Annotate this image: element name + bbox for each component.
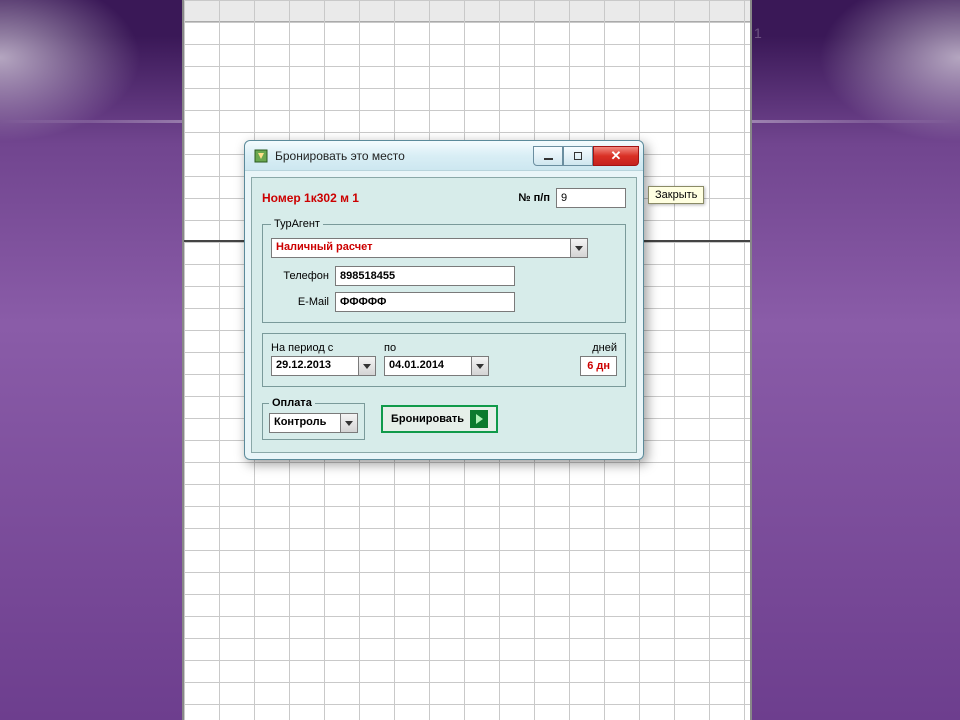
payment-group: Оплата Контроль [262, 397, 365, 440]
close-icon: ✕ [611, 148, 622, 164]
email-input[interactable] [335, 292, 515, 312]
minimize-button[interactable] [533, 146, 563, 166]
play-icon [470, 410, 488, 428]
email-row: E-Mail [271, 292, 617, 312]
book-button[interactable]: Бронировать [381, 405, 498, 433]
phone-input[interactable] [335, 266, 515, 286]
close-button[interactable]: ✕ [593, 146, 639, 166]
touragent-group: ТурАгент Наличный расчет Телефон E-Mail [262, 218, 626, 323]
payment-legend: Оплата [269, 397, 315, 409]
period-from-picker[interactable]: 29.12.2013 [271, 356, 376, 376]
period-days-col: дней 6 дн [580, 342, 617, 376]
period-days-label: дней [580, 342, 617, 354]
phone-row: Телефон [271, 266, 617, 286]
period-to-value: 04.01.2014 [384, 356, 472, 376]
period-to-picker[interactable]: 04.01.2014 [384, 356, 489, 376]
period-group: На период с 29.12.2013 по 04.01.2014 дне… [262, 333, 626, 387]
app-icon [253, 148, 269, 164]
close-tooltip: Закрыть [648, 186, 704, 204]
period-to-label: по [384, 342, 489, 354]
window-buttons: ✕ [533, 146, 639, 166]
dialog-body: Номер 1к302 м 1 № п/п ТурАгент Наличный … [251, 177, 637, 453]
booking-dialog: Бронировать это место ✕ Номер 1к302 м 1 … [244, 140, 644, 460]
chevron-down-icon[interactable] [571, 238, 588, 258]
period-from-label: На период с [271, 342, 376, 354]
payment-type-value: Наличный расчет [271, 238, 571, 258]
chevron-down-icon[interactable] [359, 356, 376, 376]
email-label: E-Mail [271, 296, 329, 308]
touragent-legend: ТурАгент [271, 218, 323, 230]
period-from-value: 29.12.2013 [271, 356, 359, 376]
bottom-row: Оплата Контроль Бронировать [262, 397, 626, 440]
maximize-button[interactable] [563, 146, 593, 166]
window-title: Бронировать это место [275, 149, 533, 163]
maximize-icon [574, 152, 582, 160]
order-no-input[interactable] [556, 188, 626, 208]
period-days-value: 6 дн [580, 356, 617, 376]
titlebar[interactable]: Бронировать это место ✕ [245, 141, 643, 171]
phone-label: Телефон [271, 270, 329, 282]
payment-control-select[interactable]: Контроль [269, 413, 358, 433]
minimize-icon [544, 158, 553, 160]
order-no-label: № п/п [518, 192, 550, 204]
chevron-down-icon[interactable] [472, 356, 489, 376]
chevron-down-icon[interactable] [341, 413, 358, 433]
payment-control-value: Контроль [269, 413, 341, 433]
room-label: Номер 1к302 м 1 [262, 191, 359, 205]
period-to-col: по 04.01.2014 [384, 342, 489, 376]
period-from-col: На период с 29.12.2013 [271, 342, 376, 376]
book-button-label: Бронировать [391, 413, 464, 425]
room-row: Номер 1к302 м 1 № п/п [262, 188, 626, 208]
payment-type-select[interactable]: Наличный расчет [271, 238, 617, 258]
